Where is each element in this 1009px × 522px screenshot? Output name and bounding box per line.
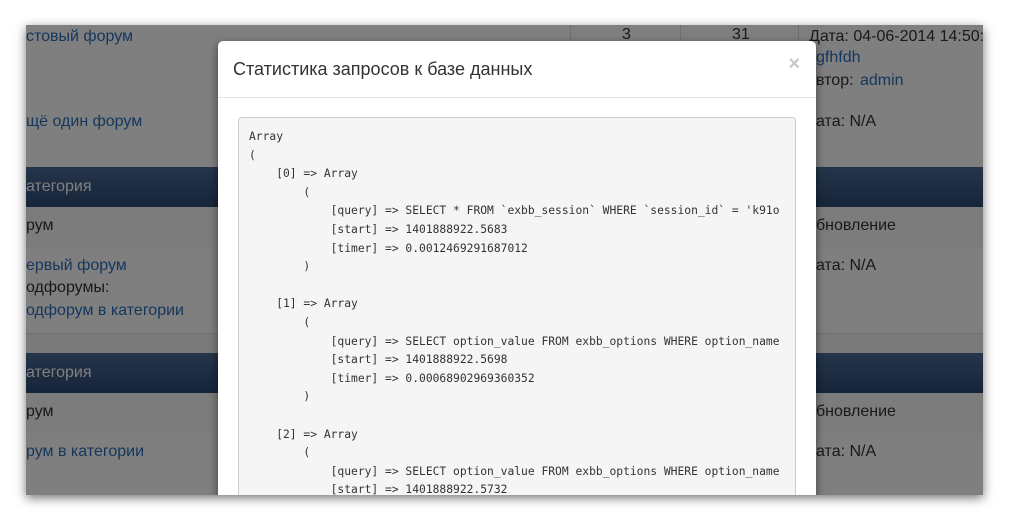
dump-line: ( [249,185,311,199]
dump-line: [timer] => 0.0012469291687012 [249,241,528,255]
modal-header-divider [218,97,816,98]
close-icon[interactable]: × [788,53,800,76]
dump-line: [query] => SELECT option_value FROM exbb… [249,334,780,348]
dump-line: [query] => SELECT option_value FROM exbb… [249,464,780,478]
dump-line: ( [249,148,256,162]
dump-line: [start] => 1401888922.5683 [249,222,508,236]
dump-line [249,407,780,426]
dump-line [249,277,780,296]
dump-line: [timer] => 0.00068902969360352 [249,371,535,385]
dump-line: Array [249,130,284,143]
dump-line: [query] => SELECT * FROM `exbb_session` … [249,204,780,218]
dump-line: [start] => 1401888922.5732 [249,483,508,495]
query-stats-modal: Статистика запросов к базе данных × Arra… [218,41,816,495]
dump-line: ) [249,260,311,274]
dump-line: ( [249,315,311,329]
dump-line: [2] => Array [249,427,358,441]
dump-line: ) [249,390,311,404]
screenshot-frame: стовый форум 3 31 Дата: 04-06-2014 14:50… [26,25,983,495]
dump-line: [start] => 1401888922.5698 [249,353,508,367]
dump-line: [0] => Array [249,167,358,181]
query-dump-text: Array ( [0] => Array ( [query] => SELECT … [249,128,780,495]
modal-title: Статистика запросов к базе данных [233,59,533,79]
dump-line: ( [249,446,311,460]
dump-line: [1] => Array [249,297,358,311]
query-dump-block[interactable]: Array ( [0] => Array ( [query] => SELECT … [238,117,796,495]
